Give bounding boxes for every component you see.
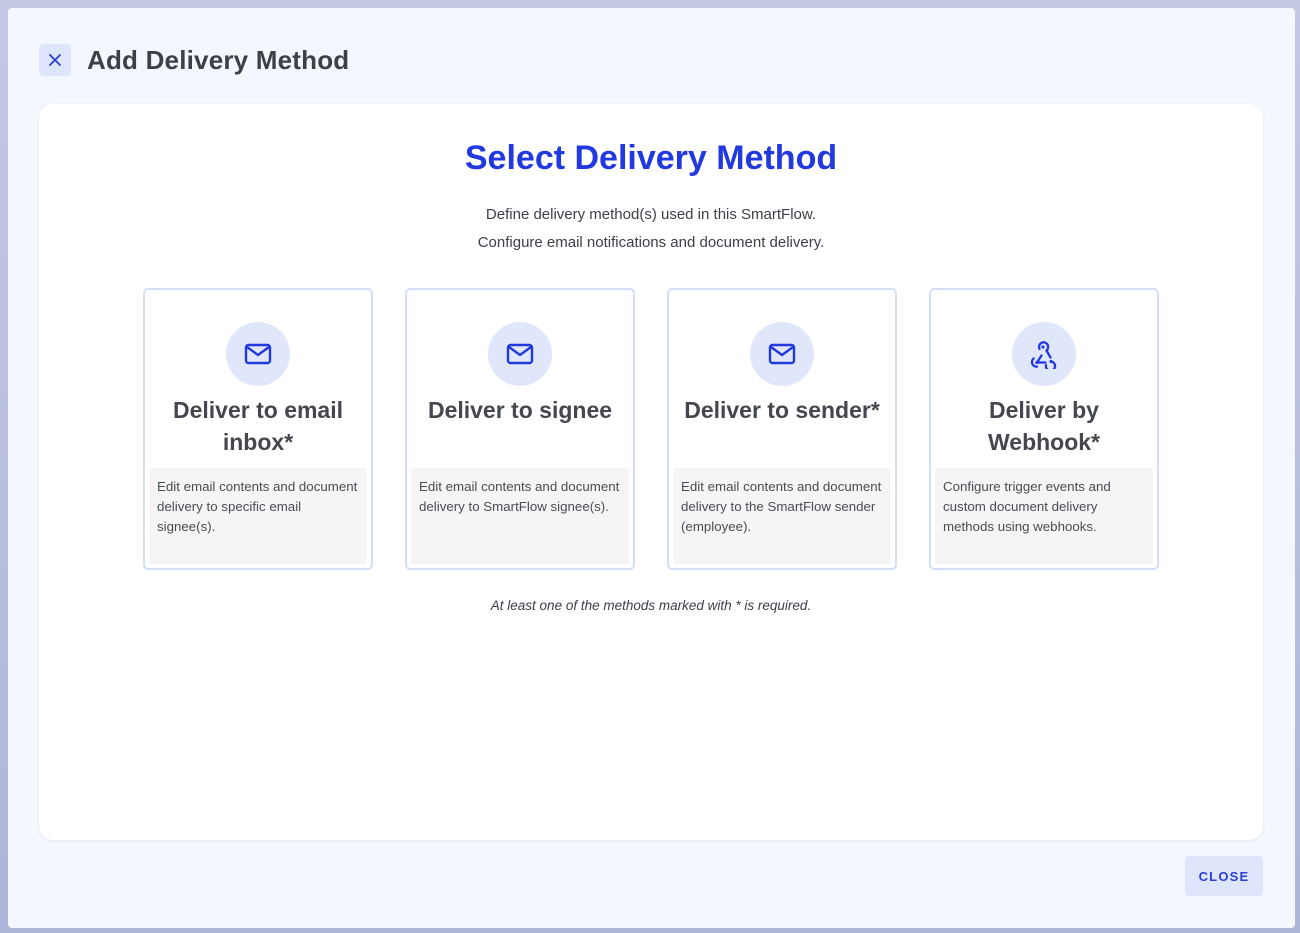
dialog-header: Add Delivery Method: [39, 44, 349, 76]
required-methods-footnote: At least one of the methods marked with …: [490, 598, 812, 613]
method-card-description: Edit email contents and document deliver…: [411, 468, 629, 564]
method-card-description: Configure trigger events and custom docu…: [935, 468, 1153, 564]
delivery-method-panel: Select Delivery Method Define delivery m…: [39, 104, 1263, 840]
method-card-list: Deliver to email inbox* Edit email conte…: [143, 288, 1159, 570]
envelope-icon: [488, 322, 552, 386]
method-card-description: Edit email contents and document deliver…: [149, 468, 367, 564]
close-icon: [49, 54, 61, 66]
envelope-icon: [750, 322, 814, 386]
envelope-icon: [226, 322, 290, 386]
panel-subtitle-line1: Define delivery method(s) used in this S…: [485, 206, 817, 223]
dialog-close-icon-button[interactable]: [39, 44, 71, 76]
method-card-title: Deliver by Webhook*: [987, 397, 1101, 455]
method-card-webhook[interactable]: Deliver by Webhook* Configure trigger ev…: [929, 288, 1159, 570]
method-card-sender[interactable]: Deliver to sender* Edit email contents a…: [667, 288, 897, 570]
method-card-title: Deliver to sender*: [684, 397, 880, 423]
close-button[interactable]: CLOSE: [1185, 856, 1263, 896]
panel-heading: Select Delivery Method: [464, 139, 838, 177]
method-card-signee[interactable]: Deliver to signee Edit email contents an…: [405, 288, 635, 570]
dialog-title: Add Delivery Method: [87, 44, 350, 75]
method-card-title: Deliver to signee: [427, 397, 613, 423]
method-card-email-inbox[interactable]: Deliver to email inbox* Edit email conte…: [143, 288, 373, 570]
webhook-icon: [1012, 322, 1076, 386]
add-delivery-method-dialog: Add Delivery Method Select Delivery Meth…: [8, 8, 1295, 928]
method-card-title: Deliver to email inbox*: [172, 397, 344, 455]
method-card-description: Edit email contents and document deliver…: [673, 468, 891, 564]
panel-subtitle-line2: Configure email notifications and docume…: [477, 234, 825, 251]
